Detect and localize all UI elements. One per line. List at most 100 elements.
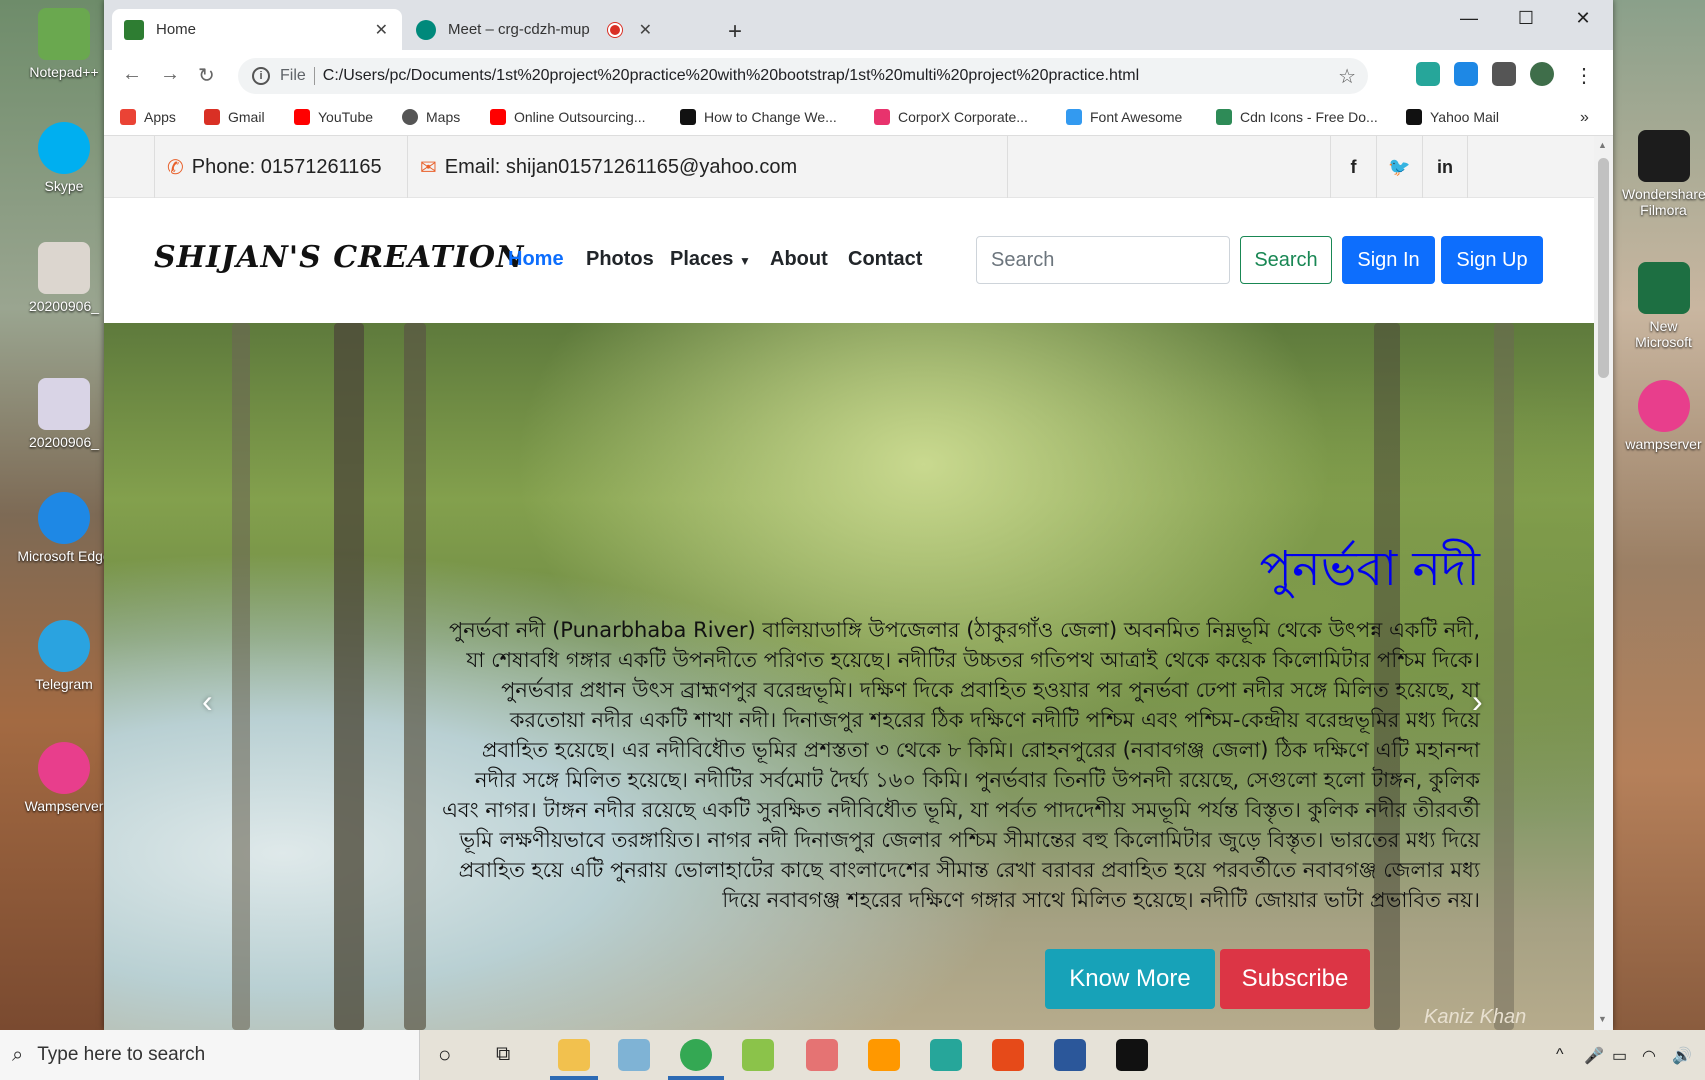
info-icon[interactable]: i <box>252 67 270 85</box>
tree-trunk <box>334 323 364 1030</box>
task-view-icon[interactable]: ⧉ <box>496 1043 510 1066</box>
nav-home[interactable]: Home <box>508 248 564 271</box>
close-tab-icon[interactable]: ✕ <box>639 20 652 40</box>
tree-trunk <box>404 323 426 1030</box>
amazon-icon <box>1406 109 1422 125</box>
bookmark-how-to-change[interactable]: How to Change We... <box>680 109 837 125</box>
site-favicon-icon <box>124 19 144 40</box>
linkedin-icon[interactable]: in <box>1422 136 1468 198</box>
subscribe-button[interactable]: Subscribe <box>1220 949 1370 1009</box>
new-tab-icon[interactable]: + <box>728 18 742 46</box>
desktop-icon-wampserver[interactable]: Wampserver <box>14 742 114 814</box>
edge-icon <box>38 492 90 544</box>
nav-photos[interactable]: Photos <box>586 248 654 271</box>
back-icon[interactable]: ← <box>122 63 142 86</box>
site-navbar: SHIJAN'S CREATION Home Photos Places ▼ A… <box>104 198 1594 323</box>
hero-carousel: ‹ › পুনর্ভবা নদী পুনর্ভবা নদী (Punarbhab… <box>104 323 1594 1030</box>
page-scrollbar[interactable]: ▲ ▼ <box>1594 136 1613 1030</box>
scrollbar-thumb[interactable] <box>1598 158 1609 378</box>
volume-icon[interactable]: 🔊 <box>1672 1046 1692 1066</box>
globe-icon <box>402 109 418 125</box>
reload-icon[interactable]: ↻ <box>198 63 215 88</box>
bookmark-youtube[interactable]: YouTube <box>294 109 373 125</box>
tree-trunk <box>1494 323 1514 1030</box>
close-window-icon[interactable]: ✕ <box>1563 8 1603 29</box>
cdn-icons-icon <box>1216 109 1232 125</box>
desktop-icon-telegram[interactable]: Telegram <box>14 620 114 692</box>
bookmark-yahoo-mail[interactable]: Yahoo Mail <box>1406 109 1499 125</box>
extension-2-icon[interactable] <box>1454 62 1478 86</box>
microphone-icon[interactable]: 🎤 <box>1584 1046 1604 1066</box>
bookmark-cdn-icons[interactable]: Cdn Icons - Free Do... <box>1216 109 1378 125</box>
sublime-text-icon[interactable] <box>868 1039 900 1071</box>
word-icon[interactable] <box>1054 1039 1086 1071</box>
desktop-icon-skype[interactable]: Skype <box>14 122 114 194</box>
desktop-icon-notepadpp[interactable]: Notepad++ <box>14 8 114 80</box>
notepadpp-icon <box>38 8 90 60</box>
gmail-icon <box>204 109 220 125</box>
facebook-icon[interactable]: f <box>1330 136 1376 198</box>
sign-in-button[interactable]: Sign In <box>1342 236 1435 284</box>
paint-icon[interactable] <box>742 1039 774 1071</box>
bookmark-gmail[interactable]: Gmail <box>204 109 265 125</box>
chrome-icon[interactable] <box>680 1039 712 1071</box>
bookmark-corporx[interactable]: CorporX Corporate... <box>874 109 1028 125</box>
address-bar[interactable]: i File C:/Users/pc/Documents/1st%20proje… <box>238 58 1368 94</box>
tray-chevron-up-icon[interactable]: ^ <box>1556 1046 1564 1064</box>
bookmarks-overflow-icon[interactable]: » <box>1580 109 1589 127</box>
url-text[interactable]: C:/Users/pc/Documents/1st%20project%20pr… <box>323 67 1139 85</box>
twitter-icon[interactable]: 🐦 <box>1376 136 1422 198</box>
bookmark-font-awesome[interactable]: Font Awesome <box>1066 109 1182 125</box>
tab-home[interactable]: Home ✕ <box>112 9 402 50</box>
bookmark-star-icon[interactable]: ☆ <box>1338 64 1356 89</box>
profile-avatar[interactable] <box>1530 62 1554 86</box>
know-more-button[interactable]: Know More <box>1045 949 1215 1009</box>
desktop-icon-wampserver-right[interactable]: wampserver <box>1622 380 1705 452</box>
office-icon[interactable] <box>992 1039 1024 1071</box>
extension-1-icon[interactable] <box>1416 62 1440 86</box>
forward-icon[interactable]: → <box>160 63 180 86</box>
minimize-icon[interactable]: — <box>1449 8 1489 29</box>
intellij-icon[interactable] <box>1116 1039 1148 1071</box>
desktop-icon-edge[interactable]: Microsoft Edge <box>14 492 114 564</box>
excel-icon <box>1637 262 1690 314</box>
extensions-puzzle-icon[interactable] <box>1492 62 1516 86</box>
nav-contact[interactable]: Contact <box>848 248 922 271</box>
cortana-icon[interactable]: ○ <box>438 1042 451 1068</box>
phone-info: ✆ Phone: 01571261165 <box>154 136 408 198</box>
scroll-down-icon[interactable]: ▼ <box>1598 1014 1607 1024</box>
desktop-icon-photo-1[interactable]: 20200906_ <box>14 242 114 314</box>
bookmark-apps[interactable]: Apps <box>120 109 176 125</box>
desktop-icon-excel[interactable]: New Microsoft <box>1622 262 1705 350</box>
email-info: ✉ Email: shijan01571261165@yahoo.com <box>408 136 1008 198</box>
scroll-up-icon[interactable]: ▲ <box>1598 140 1607 150</box>
menu-icon[interactable]: ⋮ <box>1574 63 1594 88</box>
sign-up-button[interactable]: Sign Up <box>1441 236 1543 284</box>
taskbar-search[interactable]: ⌕ Type here to search <box>0 1030 420 1080</box>
carousel-prev-icon[interactable]: ‹ <box>202 683 213 720</box>
app-cursor-icon[interactable] <box>930 1039 962 1071</box>
maximize-icon[interactable]: ☐ <box>1506 8 1546 29</box>
wampserver-icon <box>1637 380 1690 432</box>
bookmarks-bar: Apps Gmail YouTube Maps Online Outsourci… <box>104 100 1613 136</box>
battery-icon[interactable]: ▭ <box>1612 1046 1627 1066</box>
desktop-icon-filmora[interactable]: Wondershare Filmora <box>1622 130 1705 218</box>
active-app-indicator <box>668 1076 724 1080</box>
wifi-icon[interactable]: ◠ <box>1642 1046 1656 1066</box>
search-input[interactable] <box>976 236 1230 284</box>
active-app-indicator <box>550 1076 598 1080</box>
desktop-icon-photo-2[interactable]: 20200906_ <box>14 378 114 450</box>
nav-places[interactable]: Places ▼ <box>670 248 751 271</box>
close-tab-icon[interactable]: ✕ <box>375 20 388 40</box>
file-explorer-icon[interactable] <box>558 1039 590 1071</box>
bookmark-maps[interactable]: Maps <box>402 109 460 125</box>
search-button[interactable]: Search <box>1240 236 1332 284</box>
skype-icon <box>38 122 90 174</box>
notepad-icon[interactable] <box>618 1039 650 1071</box>
snipping-tool-icon[interactable] <box>806 1039 838 1071</box>
image-file-icon <box>38 242 90 294</box>
tab-meet[interactable]: Meet – crg-cdzh-mup ✕ <box>404 9 666 50</box>
bookmark-online-outsourcing[interactable]: Online Outsourcing... <box>490 109 646 125</box>
nav-about[interactable]: About <box>770 248 828 271</box>
site-brand[interactable]: SHIJAN'S CREATION <box>154 240 524 275</box>
